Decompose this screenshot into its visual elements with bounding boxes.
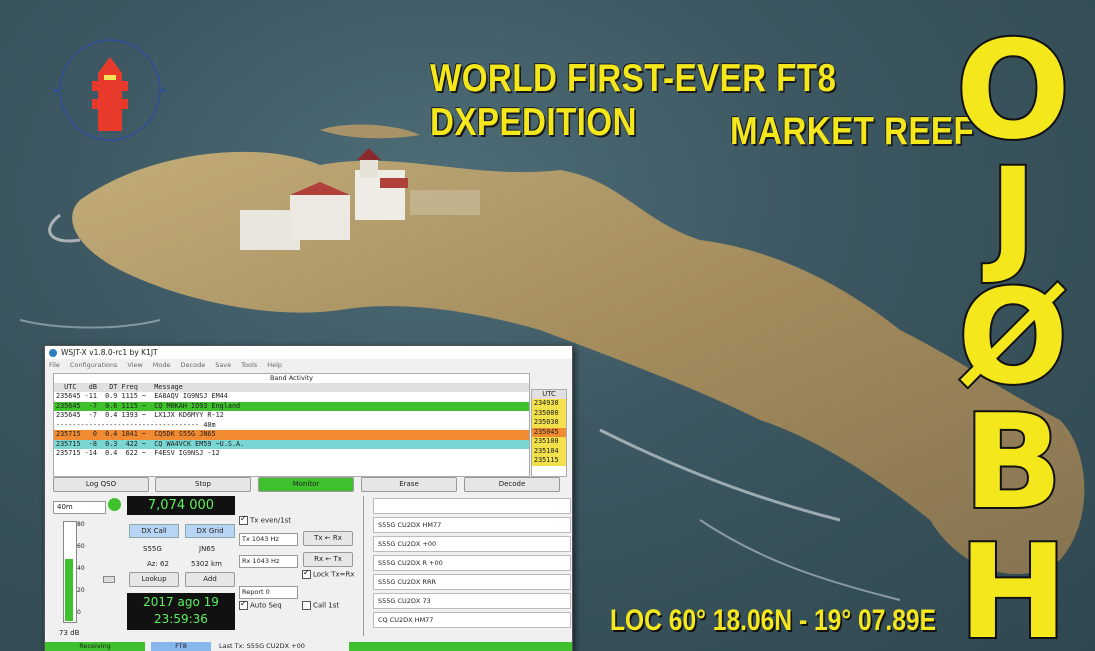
band-activity-title: Band Activity (269, 374, 314, 382)
meter-tick: 0 (77, 609, 81, 616)
window-title: WSJT-X v1.8.0-rc1 by K1JT (61, 348, 158, 357)
rx-frequency-spinbox[interactable]: Rx 1043 Hz (239, 555, 298, 568)
photo-background: ★ ★ WORLD FIRST-EVER FT8 DXPEDITION MARK… (0, 0, 1095, 651)
menu-decode[interactable]: Decode (181, 361, 206, 369)
meter-tick: 40 (77, 565, 85, 572)
menu-help[interactable]: Help (267, 361, 282, 369)
status-mode: FT8 (151, 642, 211, 651)
tx-from-rx-button[interactable]: Tx ← Rx (303, 531, 353, 546)
menu-bar: File Configurations View Mode Decode Sav… (45, 359, 572, 370)
rx-from-tx-button[interactable]: Rx ← Tx (303, 552, 353, 567)
tx-even-checkbox[interactable] (239, 514, 248, 525)
band-activity-header: UTC dB DT Freq Message (54, 383, 529, 392)
decode-row[interactable]: 235645 -7 0.4 1393 ~ LX1JX KD6MYY R-12 (54, 411, 529, 421)
report-spinbox[interactable]: Report 0 (239, 586, 298, 599)
decode-row[interactable]: 235645 -7 0.6 1115 ~ CQ M0KAH IO93 Engla… (54, 401, 529, 411)
meter-db-label: 73 dB (59, 629, 80, 637)
dx-grid-label: DX Grid (185, 524, 235, 538)
utc-cell: 235104 (532, 446, 566, 456)
tx-frequency-spinbox[interactable]: Tx 1043 Hz (239, 533, 298, 546)
band-activity-panel[interactable]: Band Activity UTC dB DT Freq Message 235… (53, 373, 530, 477)
status-progress (349, 642, 572, 651)
utc-cell: 235045 (532, 427, 566, 437)
rx-frequency-panel[interactable]: UTC 234930 235000 235030 235045 235100 2… (531, 389, 567, 477)
utc-cell: 235030 (532, 418, 566, 428)
tx-message[interactable]: S55G CU2DX HM77 (373, 517, 571, 533)
callsign-vertical: O J Ø B H (938, 10, 1088, 651)
rx-slider[interactable] (103, 576, 115, 583)
location-text: LOC 60° 18.06N - 19° 07.89E (610, 604, 936, 637)
menu-configurations[interactable]: Configurations (70, 361, 117, 369)
distance-value: 5302 km (191, 560, 222, 568)
auto-seq-checkbox[interactable] (239, 599, 248, 610)
society-logo: ★ ★ (40, 35, 180, 145)
tx-even-option[interactable]: Tx even/1st (239, 514, 292, 525)
tx-message[interactable]: CQ CU2DX HM77 (373, 612, 571, 628)
tx-message[interactable]: S55G CU2DX RRR (373, 574, 571, 590)
utc-cell: 235115 (532, 456, 566, 466)
app-icon (49, 348, 57, 357)
tx-message[interactable]: S55G CU2DX R +00 (373, 555, 571, 571)
tx-message[interactable] (373, 498, 571, 514)
meter-tick: 60 (77, 543, 85, 550)
add-button[interactable]: Add (185, 572, 235, 587)
call-1st-option[interactable]: Call 1st (302, 601, 339, 610)
utc-clock: 2017 ago 19 23:59:36 (127, 593, 235, 630)
dx-call-value[interactable]: S55G (143, 545, 162, 553)
status-last-tx: Last Tx: S55G CU2DX +00 (219, 642, 305, 650)
utc-cell: 235000 (532, 408, 566, 418)
signal-meter: 80 60 40 20 0 73 dB (59, 521, 93, 641)
menu-view[interactable]: View (127, 361, 142, 369)
menu-mode[interactable]: Mode (153, 361, 171, 369)
auto-seq-label: Auto Seq (250, 601, 282, 610)
monitor-button[interactable]: Monitor (258, 477, 354, 492)
utc-header: UTC (532, 390, 566, 399)
stop-button[interactable]: Stop (155, 477, 251, 492)
call-1st-label: Call 1st (313, 601, 340, 610)
tx-even-label: Tx even/1st (250, 516, 292, 525)
meter-tick: 80 (77, 521, 85, 528)
utc-cell: 234930 (532, 399, 566, 409)
call-1st-checkbox[interactable] (302, 601, 311, 610)
callsign-letter-5: H (959, 516, 1068, 651)
log-qso-button[interactable]: Log QSO (53, 477, 149, 492)
signal-indicator (108, 498, 121, 511)
lock-label: Lock Tx=Rx (313, 570, 355, 579)
tx-message[interactable]: S55G CU2DX 73 (373, 593, 571, 609)
wsjtx-window: WSJT-X v1.8.0-rc1 by K1JT File Configura… (44, 345, 573, 651)
tx-message[interactable]: S55G CU2DX +00 (373, 536, 571, 552)
meter-tick: 20 (77, 587, 85, 594)
clock-time: 23:59:36 (154, 612, 208, 626)
decode-row[interactable]: ----------------------------------- 40m (54, 420, 529, 430)
auto-seq-option[interactable]: Auto Seq (239, 599, 282, 610)
signal-meter-bar (65, 559, 73, 621)
menu-file[interactable]: File (49, 361, 60, 369)
decode-row[interactable]: 235715 0 0.4 1041 ~ CQ5DK S55G JN65 (54, 430, 529, 440)
lock-checkbox[interactable] (302, 568, 311, 579)
status-bar: Receiving FT8 Last Tx: S55G CU2DX +00 (45, 642, 572, 651)
azimuth-value: Az: 62 (147, 560, 169, 568)
decode-row[interactable]: 235715 -8 0.3 422 ~ CQ WA4VCK EM59 ~U.S.… (54, 439, 529, 449)
status-receiving: Receiving (45, 642, 145, 651)
svg-text:★: ★ (160, 86, 167, 95)
decode-row[interactable]: 235645 -11 0.9 1115 ~ EA8AQV IG9NSJ EM44 (54, 392, 529, 402)
band-select[interactable]: 40m (53, 501, 106, 514)
erase-button[interactable]: Erase (361, 477, 457, 492)
control-button-row: Log QSO Stop Monitor Erase Decode (53, 477, 572, 492)
tx-message-list: S55G CU2DX HM77 S55G CU2DX +00 S55G CU2D… (363, 496, 571, 636)
svg-text:★: ★ (52, 86, 59, 95)
utc-cell: 235100 (532, 437, 566, 447)
dx-grid-value[interactable]: JN65 (199, 545, 215, 553)
decode-row[interactable]: 235715 -14 0.4 622 ~ F4ESV IG9NSJ -12 (54, 449, 529, 459)
window-titlebar: WSJT-X v1.8.0-rc1 by K1JT (45, 346, 572, 359)
menu-save[interactable]: Save (215, 361, 231, 369)
lookup-button[interactable]: Lookup (129, 572, 179, 587)
clock-date: 2017 ago 19 (143, 595, 219, 609)
dx-call-label: DX Call (129, 524, 179, 538)
lock-option[interactable]: Lock Tx=Rx (302, 568, 355, 579)
decode-button[interactable]: Decode (464, 477, 560, 492)
frequency-display: 7,074 000 (127, 496, 235, 515)
menu-tools[interactable]: Tools (241, 361, 257, 369)
